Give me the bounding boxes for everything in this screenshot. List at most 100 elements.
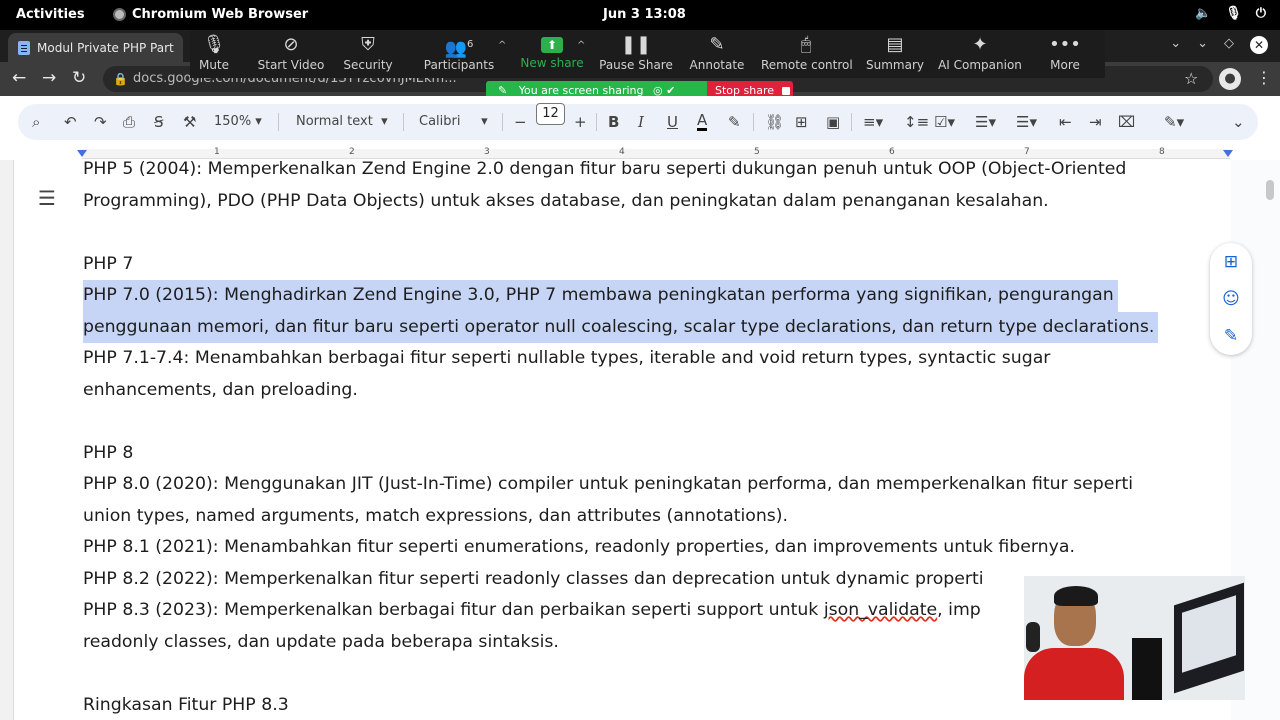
activities-button[interactable]: Activities bbox=[16, 7, 85, 22]
back-button[interactable]: ← bbox=[12, 68, 26, 88]
security-label: Security bbox=[343, 58, 393, 72]
ai-companion-button[interactable]: ✦ AI Companion bbox=[935, 34, 1025, 72]
bold-icon[interactable]: B bbox=[608, 112, 619, 132]
underline-icon[interactable]: U bbox=[667, 112, 678, 132]
remote-control-label: Remote control bbox=[761, 58, 853, 72]
redo-icon[interactable]: ↷ bbox=[94, 112, 107, 132]
insert-link-icon[interactable]: ⛓ bbox=[765, 112, 784, 132]
zoom-select[interactable]: 150% ▾ bbox=[214, 114, 262, 129]
ruler-track bbox=[82, 149, 1230, 159]
left-indent-marker[interactable] bbox=[77, 150, 87, 157]
share-caret-icon[interactable]: ^ bbox=[577, 40, 585, 51]
search-menus-icon[interactable]: ⌕ bbox=[32, 112, 40, 132]
document-line: PHP 8.3 (2023): Memperkenalkan berbagai … bbox=[83, 600, 824, 620]
font-size-input[interactable]: 12 bbox=[536, 103, 565, 125]
increase-font-size-icon[interactable]: + bbox=[574, 112, 587, 132]
divider bbox=[278, 113, 279, 131]
reload-button[interactable]: ↻ bbox=[72, 68, 86, 88]
decrease-indent-icon[interactable]: ⇤ bbox=[1059, 112, 1072, 132]
style-select[interactable]: Normal text ▾ bbox=[296, 114, 388, 129]
vertical-scrollbar[interactable] bbox=[1266, 180, 1274, 200]
font-select[interactable]: Calibri ▾ bbox=[419, 114, 488, 129]
print-icon[interactable]: ⎙ bbox=[123, 112, 135, 132]
annotate-button[interactable]: ✎ Annotate bbox=[672, 34, 762, 72]
add-comment-icon[interactable]: ⊞ bbox=[1221, 252, 1241, 272]
remote-control-button[interactable]: 🖱 Remote control bbox=[761, 34, 853, 72]
browser-menu-icon[interactable]: ⋮ bbox=[1256, 68, 1272, 87]
selected-text-line: penggunaan memori, dan fitur baru sepert… bbox=[83, 311, 1159, 343]
spellcheck-icon[interactable]: Ꞩ bbox=[154, 112, 164, 132]
right-indent-marker[interactable] bbox=[1223, 150, 1233, 157]
window-controls: ⌄ ⌄ ◇ ✕ bbox=[1170, 36, 1268, 54]
tab-search-icon[interactable]: ⌄ bbox=[1170, 36, 1181, 54]
checklist-icon[interactable]: ☑▾ bbox=[934, 112, 955, 132]
system-tray[interactable]: 🔈 🎙 ⏻ bbox=[1195, 6, 1266, 21]
selected-text-line: PHP 7.0 (2015): Menghadirkan Zend Engine… bbox=[83, 280, 1118, 312]
chromium-icon bbox=[113, 8, 126, 21]
clear-formatting-icon[interactable]: ⌧ bbox=[1118, 112, 1135, 132]
forward-button[interactable]: → bbox=[42, 68, 56, 88]
italic-icon[interactable]: I bbox=[638, 112, 644, 132]
close-window-button[interactable]: ✕ bbox=[1250, 36, 1268, 54]
browser-tab[interactable]: Modul Private PHP Part bbox=[8, 33, 183, 62]
ai-companion-label: AI Companion bbox=[938, 58, 1022, 72]
clock[interactable]: Jun 3 13:08 bbox=[603, 7, 686, 22]
decrease-font-size-icon[interactable]: − bbox=[514, 112, 527, 132]
document-line: union types, named arguments, match expr… bbox=[83, 505, 789, 526]
ruler-number: 6 bbox=[889, 147, 895, 157]
bulleted-list-icon[interactable]: ☰▾ bbox=[975, 112, 996, 132]
misspelled-word[interactable]: json_validate bbox=[824, 600, 937, 620]
pen-icon: ✎ bbox=[709, 34, 725, 55]
divider bbox=[502, 113, 503, 131]
maximize-icon[interactable]: ◇ bbox=[1224, 36, 1234, 54]
app-menu[interactable]: Chromium Web Browser bbox=[113, 7, 308, 22]
suggest-edits-icon[interactable]: ✎ bbox=[1221, 326, 1241, 346]
docs-toolbar: ⌕ ↶ ↷ ⎙ Ꞩ ⚒ 150% ▾ Normal text ▾ Calibri… bbox=[0, 96, 1280, 146]
insert-image-icon[interactable]: ▣ bbox=[826, 112, 840, 132]
document-heading: PHP 7 bbox=[83, 253, 134, 274]
paint-format-icon[interactable]: ⚒ bbox=[183, 112, 196, 132]
more-button[interactable]: ••• More bbox=[1020, 34, 1110, 72]
ruler-number: 3 bbox=[484, 147, 490, 157]
profile-avatar[interactable]: ● bbox=[1219, 68, 1241, 90]
document-heading: PHP 8 bbox=[83, 442, 134, 463]
increase-indent-icon[interactable]: ⇥ bbox=[1089, 112, 1102, 132]
microphone-icon[interactable]: 🎙 bbox=[1225, 6, 1242, 21]
minimize-icon[interactable]: ⌄ bbox=[1197, 36, 1208, 54]
horizontal-ruler: 1 2 3 4 5 6 7 8 bbox=[0, 146, 1280, 160]
line-spacing-icon[interactable]: ↕≡ bbox=[904, 112, 929, 132]
bookmark-star-icon[interactable]: ☆ bbox=[1184, 69, 1198, 88]
new-share-label: New share bbox=[520, 56, 584, 70]
add-comment-icon[interactable]: ⊞ bbox=[795, 112, 808, 132]
security-button[interactable]: ⛨ Security bbox=[323, 34, 413, 72]
participants-count: 6 bbox=[467, 39, 474, 50]
add-emoji-reaction-icon[interactable]: ☺ bbox=[1221, 289, 1241, 309]
speaker-icon[interactable]: 🔈 bbox=[1195, 6, 1211, 21]
document-line: PHP 8.0 (2020): Menggunakan JIT (Just-In… bbox=[83, 474, 1134, 494]
highlight-color-icon[interactable]: ✎ bbox=[728, 112, 741, 132]
lock-icon[interactable]: 🔒 bbox=[113, 66, 128, 92]
webcam-video-overlay[interactable] bbox=[1024, 576, 1245, 700]
align-icon[interactable]: ≡▾ bbox=[863, 112, 883, 132]
editing-mode-icon[interactable]: ✎▾ bbox=[1164, 112, 1184, 132]
participants-caret-icon[interactable]: ^ bbox=[498, 40, 506, 51]
power-icon[interactable]: ⏻ bbox=[1256, 6, 1266, 21]
collapse-toolbar-icon[interactable]: ⌄ bbox=[1232, 112, 1245, 132]
summary-label: Summary bbox=[866, 58, 924, 72]
pause-share-button[interactable]: ❚❚ Pause Share bbox=[591, 34, 681, 72]
text-color-icon[interactable]: A bbox=[697, 112, 708, 131]
summary-button[interactable]: ▤ Summary bbox=[850, 34, 940, 72]
undo-icon[interactable]: ↶ bbox=[64, 112, 77, 132]
divider bbox=[753, 113, 754, 131]
participants-icon: 👥6 bbox=[444, 38, 474, 59]
participants-button[interactable]: 👥6 Participants bbox=[414, 34, 504, 72]
ruler-number: 1 bbox=[214, 147, 220, 157]
zoom-value: 150% bbox=[214, 114, 252, 129]
ruler-number: 7 bbox=[1024, 147, 1030, 157]
document-outline-icon[interactable]: ☰ bbox=[38, 186, 56, 210]
font-value: Calibri bbox=[419, 114, 461, 129]
ruler-number: 4 bbox=[619, 147, 625, 157]
numbered-list-icon[interactable]: ☰▾ bbox=[1016, 112, 1037, 132]
docs-toolbar-pill: ⌕ ↶ ↷ ⎙ Ꞩ ⚒ 150% ▾ Normal text ▾ Calibri… bbox=[18, 104, 1258, 140]
